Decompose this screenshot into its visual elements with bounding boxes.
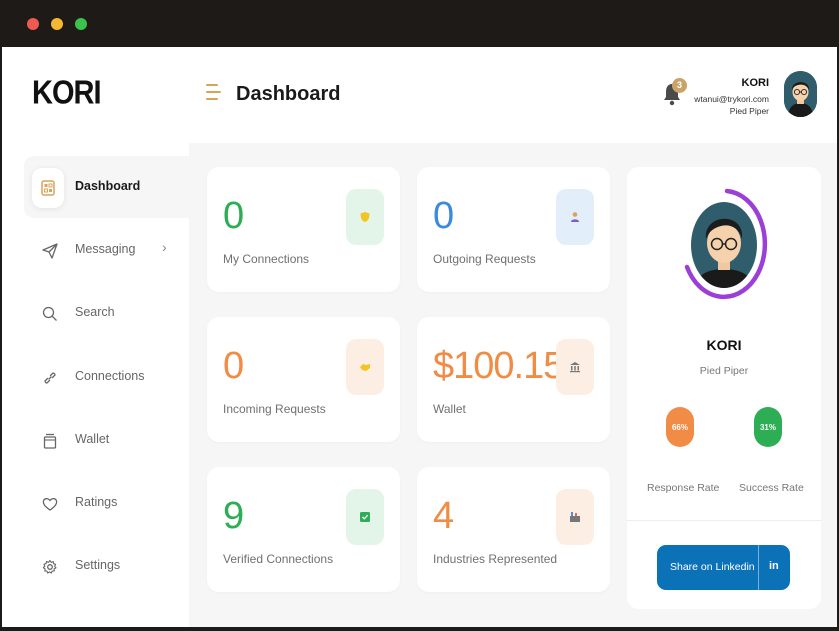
user-company: Pied Piper [729, 106, 769, 116]
sidebar-item-label: Connections [75, 369, 145, 383]
profile-card: KORI Pied Piper 66% 31% Response Rate Su… [627, 167, 821, 609]
stat-label: Verified Connections [223, 552, 334, 566]
shield-icon [346, 189, 384, 245]
bank-icon [556, 339, 594, 395]
profile-name: KORI [706, 337, 742, 353]
stat-value: 4 [433, 495, 454, 537]
sidebar-item-label: Messaging [75, 242, 136, 256]
success-rate-label: Success Rate [739, 482, 804, 494]
sidebar-item-ratings[interactable]: Ratings [24, 472, 189, 534]
stat-value: 0 [223, 345, 244, 387]
stat-label: Industries Represented [433, 552, 558, 566]
response-rate-badge: 66% [666, 407, 694, 447]
profile-avatar[interactable] [679, 187, 769, 303]
page-title: Dashboard [236, 83, 341, 105]
check-icon [346, 489, 384, 545]
wallet-icon [34, 421, 66, 461]
sidebar-item-label: Search [75, 305, 115, 319]
share-button-label: Share on Linkedin [670, 561, 755, 573]
user-info[interactable]: KORI wtanui@trykori.com Pied Piper [694, 77, 769, 117]
user-name: KORI [741, 77, 770, 89]
sidebar: Dashboard Messaging › Search Connections [2, 143, 189, 627]
stat-card-my-connections[interactable]: 0 My Connections [207, 167, 400, 292]
stat-value: $100.15 [433, 345, 564, 387]
heart-icon [34, 484, 66, 524]
avatar[interactable] [784, 71, 817, 117]
paper-plane-icon [34, 231, 66, 271]
stat-label: Wallet [433, 402, 466, 416]
notification-badge: 3 [672, 78, 687, 93]
stat-label: My Connections [223, 252, 310, 266]
dashboard-icon [32, 168, 64, 208]
sidebar-item-label: Wallet [75, 432, 110, 446]
search-icon [34, 294, 66, 334]
divider [758, 545, 759, 590]
factory-icon [556, 489, 594, 545]
stat-value: 0 [223, 195, 244, 237]
profile-company: Pied Piper [699, 365, 749, 377]
person-icon [556, 189, 594, 245]
menu-toggle-icon[interactable] [206, 84, 222, 102]
linkedin-icon: in [769, 560, 779, 572]
sidebar-item-search[interactable]: Search [24, 282, 189, 344]
top-header: KORI Dashboard 3 KORI wtanui@trykori.com… [2, 47, 837, 143]
link-icon [34, 358, 66, 398]
stat-value: 9 [223, 495, 244, 537]
sidebar-item-messaging[interactable]: Messaging › [24, 219, 189, 281]
sidebar-item-wallet[interactable]: Wallet [24, 409, 189, 471]
stat-label: Outgoing Requests [433, 252, 536, 266]
stat-card-outgoing-requests[interactable]: 0 Outgoing Requests [417, 167, 610, 292]
user-email: wtanui@trykori.com [694, 94, 769, 104]
stat-card-incoming-requests[interactable]: 0 Incoming Requests [207, 317, 400, 442]
handshake-icon [346, 339, 384, 395]
stat-card-wallet[interactable]: $100.15 Wallet [417, 317, 610, 442]
app-window: KORI Dashboard 3 KORI wtanui@trykori.com… [2, 47, 837, 627]
success-rate-badge: 31% [754, 407, 782, 447]
divider [627, 520, 821, 521]
sidebar-item-label: Settings [75, 558, 121, 572]
sidebar-item-connections[interactable]: Connections [24, 346, 189, 408]
stat-label: Incoming Requests [223, 402, 326, 416]
stat-value: 0 [433, 195, 454, 237]
kori-logo[interactable]: KORI [32, 75, 101, 113]
minimize-window-button[interactable] [51, 18, 63, 30]
stat-card-industries-represented[interactable]: 4 Industries Represented [417, 467, 610, 592]
share-on-linkedin-button[interactable]: Share on Linkedin in [657, 545, 790, 590]
sidebar-item-label: Ratings [75, 495, 118, 509]
sidebar-item-settings[interactable]: Settings [24, 535, 189, 597]
sidebar-item-dashboard[interactable]: Dashboard [24, 156, 189, 218]
sidebar-item-label: Dashboard [75, 179, 141, 193]
response-rate-label: Response Rate [647, 482, 720, 494]
gear-icon [34, 547, 66, 587]
close-window-button[interactable] [27, 18, 39, 30]
stat-card-verified-connections[interactable]: 9 Verified Connections [207, 467, 400, 592]
window-titlebar [0, 0, 839, 47]
maximize-window-button[interactable] [75, 18, 87, 30]
chevron-right-icon: › [162, 239, 167, 255]
